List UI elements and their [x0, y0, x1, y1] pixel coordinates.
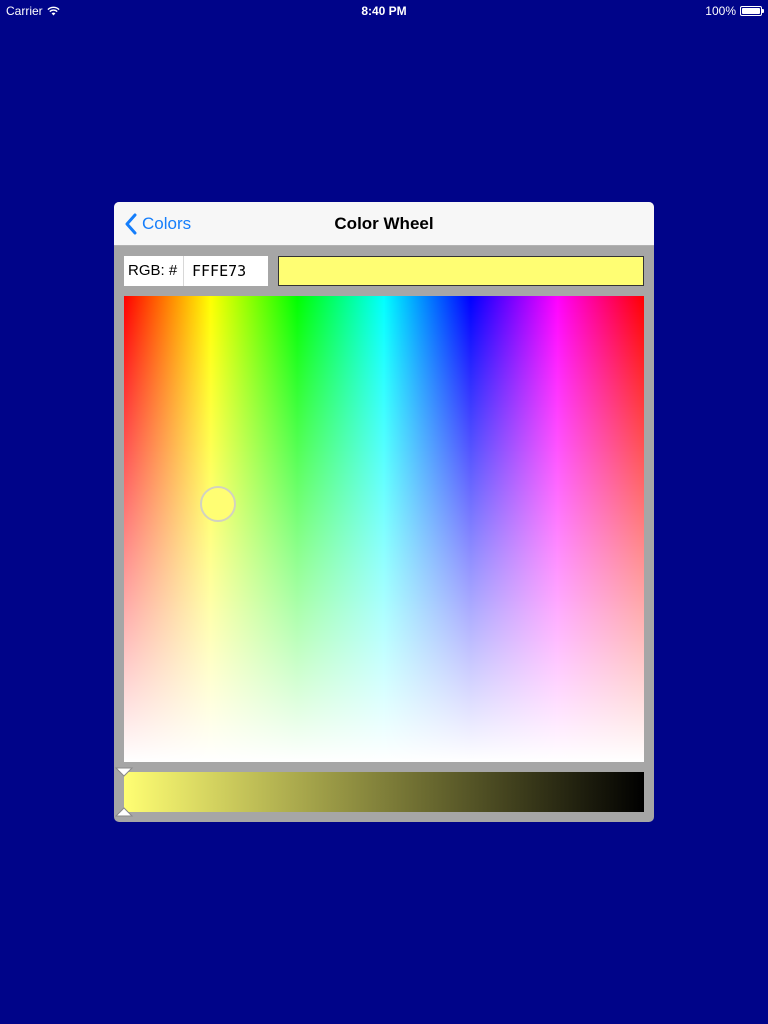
battery-percent: 100% — [705, 4, 736, 18]
status-time: 8:40 PM — [361, 4, 407, 18]
hue-saturation-picker[interactable] — [124, 296, 644, 762]
hex-input[interactable] — [184, 256, 268, 286]
battery-icon — [740, 6, 764, 16]
brightness-slider-handle[interactable] — [114, 766, 134, 818]
status-battery: 100% — [705, 4, 764, 18]
rgb-label: RGB: # — [124, 256, 184, 286]
page-title: Color Wheel — [334, 214, 434, 233]
brightness-slider-track[interactable] — [124, 772, 644, 812]
color-wheel-panel: Colors Color Wheel RGB: # — [114, 202, 654, 822]
color-preview-swatch — [278, 256, 644, 286]
color-picker-cursor[interactable] — [200, 486, 236, 522]
status-bar: Carrier 8:40 PM 100% — [0, 0, 768, 20]
navigation-bar: Colors Color Wheel — [114, 202, 654, 246]
